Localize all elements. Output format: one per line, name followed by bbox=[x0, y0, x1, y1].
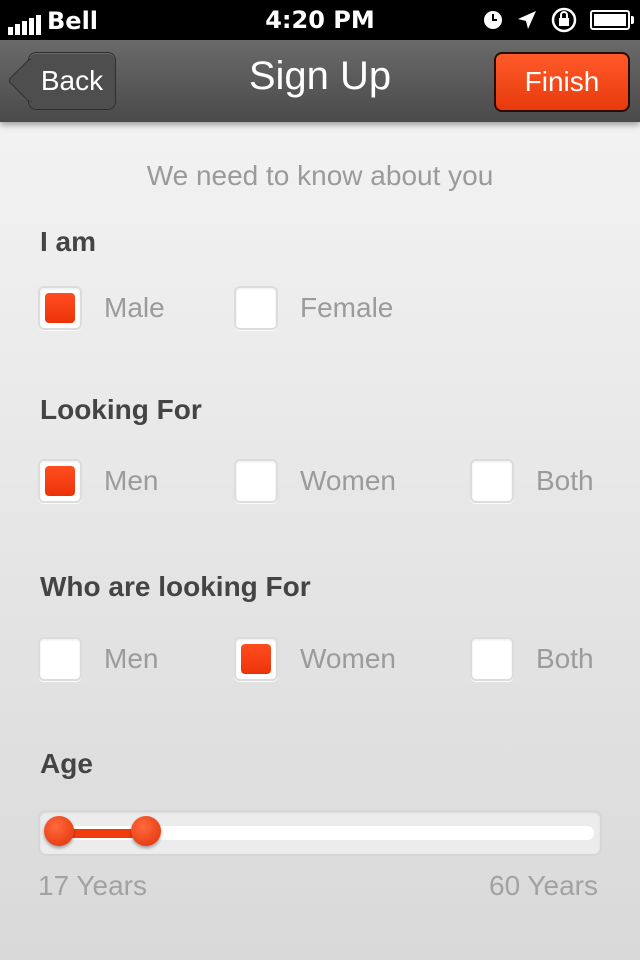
checkbox-men[interactable] bbox=[38, 459, 82, 503]
option-label: Women bbox=[300, 643, 396, 674]
checkbox-male[interactable] bbox=[38, 286, 82, 330]
checkbox-female[interactable] bbox=[234, 286, 278, 330]
checkbox-both[interactable] bbox=[470, 459, 514, 503]
location-arrow-icon bbox=[518, 11, 536, 29]
option-looking-for-both[interactable]: Both bbox=[470, 459, 594, 503]
checkbox-both[interactable] bbox=[470, 637, 514, 681]
status-icons bbox=[482, 6, 634, 34]
section-title-looking-for: Looking For bbox=[40, 394, 202, 425]
finish-button[interactable]: Finish bbox=[494, 52, 630, 112]
rotation-lock-icon bbox=[551, 7, 577, 33]
slider-max-handle[interactable] bbox=[130, 816, 161, 846]
option-who-both[interactable]: Both bbox=[470, 637, 594, 681]
option-looking-for-women[interactable]: Women bbox=[234, 459, 396, 503]
checkbox-women[interactable] bbox=[234, 459, 278, 503]
option-label: Both bbox=[536, 465, 594, 496]
option-looking-for-men[interactable]: Men bbox=[38, 459, 158, 503]
option-i-am-male[interactable]: Male bbox=[38, 286, 165, 330]
option-label: Men bbox=[104, 643, 159, 674]
checkbox-men[interactable] bbox=[38, 637, 82, 681]
age-min-label: 17 Years bbox=[38, 870, 147, 901]
section-title-who-looking-for: Who are looking For bbox=[40, 571, 311, 602]
option-label: Female bbox=[300, 292, 394, 323]
checkbox-women[interactable] bbox=[234, 637, 278, 681]
option-label: Men bbox=[104, 465, 159, 496]
section-title-age: Age bbox=[40, 748, 93, 779]
option-label: Women bbox=[300, 465, 396, 496]
slider-min-handle[interactable] bbox=[44, 816, 74, 846]
age-max-label: 60 Years bbox=[489, 870, 598, 901]
subtitle: We need to know about you bbox=[146, 160, 494, 191]
status-bar: Bell 4:20 PM bbox=[0, 0, 640, 40]
age-range-slider[interactable] bbox=[38, 810, 602, 856]
option-label: Both bbox=[536, 643, 594, 674]
alarm-clock-icon bbox=[484, 11, 502, 29]
battery-icon bbox=[590, 10, 634, 30]
navigation-bar: Back Sign Up Finish bbox=[0, 40, 640, 122]
option-i-am-female[interactable]: Female bbox=[234, 286, 393, 330]
option-label: Male bbox=[104, 292, 165, 323]
option-who-men[interactable]: Men bbox=[38, 637, 158, 681]
option-who-women[interactable]: Women bbox=[234, 637, 396, 681]
section-title-i-am: I am bbox=[40, 226, 97, 257]
